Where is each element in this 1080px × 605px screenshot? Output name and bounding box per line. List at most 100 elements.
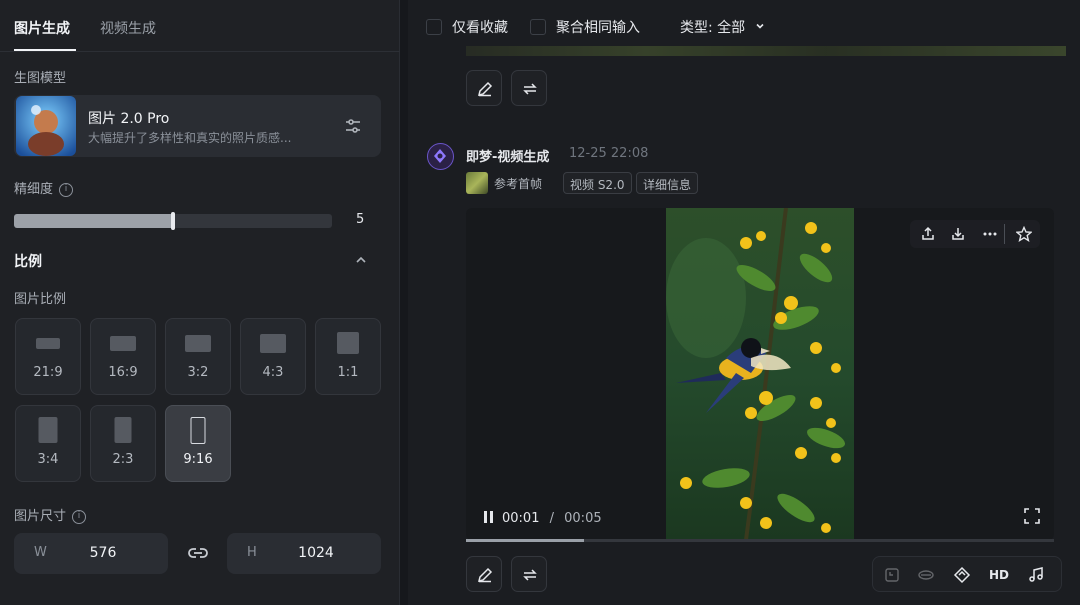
ratio-option-label: 9:16	[183, 452, 213, 467]
reference-frame-thumbnail	[466, 172, 488, 194]
edit-button[interactable]	[466, 70, 502, 106]
diamond-icon[interactable]	[953, 566, 971, 584]
regenerate-button[interactable]	[511, 556, 547, 592]
results-panel: 仅看收藏 聚合相同输入 类型: 全部 即梦-视频生成 12-25 22:08 参…	[408, 0, 1080, 605]
ratio-shape-icon	[110, 335, 136, 351]
edit-icon	[477, 567, 493, 583]
ratio-option-label: 2:3	[112, 452, 134, 467]
extend-icon[interactable]	[883, 566, 901, 584]
reference-frame-tag[interactable]: 参考首帧	[466, 172, 542, 194]
more-icon[interactable]	[982, 226, 998, 242]
width-field[interactable]: W 576	[14, 533, 168, 574]
ratio-option-label: 16:9	[108, 365, 138, 380]
current-time: 00:01	[502, 511, 540, 526]
generator-avatar	[427, 143, 454, 170]
playback-progress-bar[interactable]	[466, 539, 1054, 542]
height-field-value[interactable]: 1024	[291, 545, 341, 561]
ratio-option-label: 21:9	[33, 365, 63, 380]
player-toolbar	[910, 220, 1040, 248]
time-separator: /	[549, 511, 554, 526]
generation-title: 即梦-视频生成	[466, 150, 550, 165]
ratio-option-2-3[interactable]: 2:3	[90, 405, 156, 482]
size-label: 图片尺寸	[14, 509, 67, 524]
fullscreen-icon[interactable]	[1024, 508, 1040, 524]
ratio-option-label: 1:1	[337, 365, 359, 380]
ratio-option-3-2[interactable]: 3:2	[165, 318, 231, 395]
ratio-option-label: 3:2	[187, 365, 209, 380]
chevron-down-icon	[756, 23, 764, 29]
model-description: 大幅提升了多样性和真实的照片质感...	[88, 131, 292, 145]
hd-upscale-button[interactable]: HD	[987, 566, 1011, 584]
detail-level-value: 5	[356, 212, 365, 227]
ratio-option-3-4[interactable]: 3:4	[15, 405, 81, 482]
model-section-label: 生图模型	[14, 71, 67, 86]
type-filter-dropdown[interactable]: 类型: 全部	[680, 17, 766, 37]
regenerate-icon	[523, 569, 537, 581]
play-pause-icon[interactable]	[482, 510, 496, 524]
regenerate-button[interactable]	[511, 70, 547, 106]
video-frame[interactable]	[666, 208, 854, 540]
model-selector[interactable]: 图片 2.0 Pro 大幅提升了多样性和真实的照片质感...	[14, 95, 381, 157]
info-icon[interactable]: i	[72, 509, 87, 524]
type-filter-label: 类型: 全部	[680, 20, 746, 36]
model-thumbnail	[16, 96, 76, 156]
model-name: 图片 2.0 Pro	[88, 111, 170, 127]
ratio-shape-icon	[36, 337, 60, 349]
ratio-shape-icon	[190, 416, 206, 444]
settings-sliders-icon[interactable]	[343, 116, 363, 136]
detail-level-label: 精细度	[14, 182, 54, 197]
playback-time: 00:01 / 00:05	[482, 510, 602, 526]
ratio-subtitle: 图片比例	[14, 292, 67, 307]
tab-image-generation[interactable]: 图片生成	[14, 18, 70, 38]
edit-button[interactable]	[466, 556, 502, 592]
merge-same-input-label: 聚合相同输入	[556, 20, 640, 36]
generation-tabs: 图片生成 视频生成	[0, 0, 400, 52]
video-actions-group: HD	[872, 556, 1062, 592]
info-icon[interactable]: i	[59, 182, 74, 197]
favorites-only-label: 仅看收藏	[452, 20, 508, 36]
video-player[interactable]: 00:01 / 00:05	[466, 208, 1054, 540]
star-icon[interactable]	[1015, 225, 1033, 242]
merge-same-input-checkbox[interactable]	[530, 19, 546, 35]
edit-icon	[477, 81, 493, 97]
lip-sync-icon[interactable]	[917, 566, 935, 584]
toolbar-divider	[1004, 224, 1005, 244]
favorites-only-checkbox[interactable]	[426, 19, 442, 35]
slider-fill	[14, 214, 173, 228]
ratio-section-title: 比例	[14, 254, 42, 270]
slider-handle[interactable]	[171, 212, 175, 230]
music-icon[interactable]	[1027, 566, 1045, 584]
merge-same-input-toggle[interactable]: 聚合相同输入	[530, 17, 640, 37]
width-field-value[interactable]: 576	[78, 545, 128, 561]
height-field[interactable]: H 1024	[227, 533, 381, 574]
playback-progress-fill	[466, 539, 584, 542]
ratio-option-label: 4:3	[262, 365, 284, 380]
details-tag[interactable]: 详细信息	[636, 172, 699, 194]
share-icon[interactable]	[920, 226, 936, 242]
width-field-label: W	[34, 545, 47, 560]
ratio-option-1-1[interactable]: 1:1	[315, 318, 381, 395]
ratio-shape-icon	[38, 417, 58, 443]
ratio-option-16-9[interactable]: 16:9	[90, 318, 156, 395]
ratio-shape-icon	[185, 334, 211, 352]
model-tag[interactable]: 视频 S2.0	[563, 172, 632, 194]
link-icon[interactable]	[186, 543, 210, 563]
height-field-label: H	[247, 545, 257, 560]
ratio-shape-icon	[337, 332, 359, 354]
generation-settings-panel: 图片生成 视频生成 生图模型 图片 2.0 Pro 大幅提升了多样性和真实的照片…	[0, 0, 400, 605]
ratio-option-label: 3:4	[37, 452, 59, 467]
detail-level-slider[interactable]	[14, 212, 332, 230]
tab-video-generation[interactable]: 视频生成	[100, 18, 156, 38]
app-root: 图片生成 视频生成 生图模型 图片 2.0 Pro 大幅提升了多样性和真实的照片…	[0, 0, 1080, 605]
ratio-option-9-16[interactable]: 9:16	[165, 405, 231, 482]
ratio-option-4-3[interactable]: 4:3	[240, 318, 306, 395]
regenerate-icon	[523, 83, 537, 95]
favorites-only-toggle[interactable]: 仅看收藏	[426, 17, 508, 37]
detail-level-label-row: 精细度 i	[14, 178, 74, 197]
download-icon[interactable]	[950, 226, 966, 242]
chevron-up-icon[interactable]	[354, 252, 368, 266]
size-label-row: 图片尺寸 i	[14, 505, 87, 524]
reference-frame-label: 参考首帧	[494, 177, 543, 191]
duration: 00:05	[564, 511, 602, 526]
ratio-option-21-9[interactable]: 21:9	[15, 318, 81, 395]
